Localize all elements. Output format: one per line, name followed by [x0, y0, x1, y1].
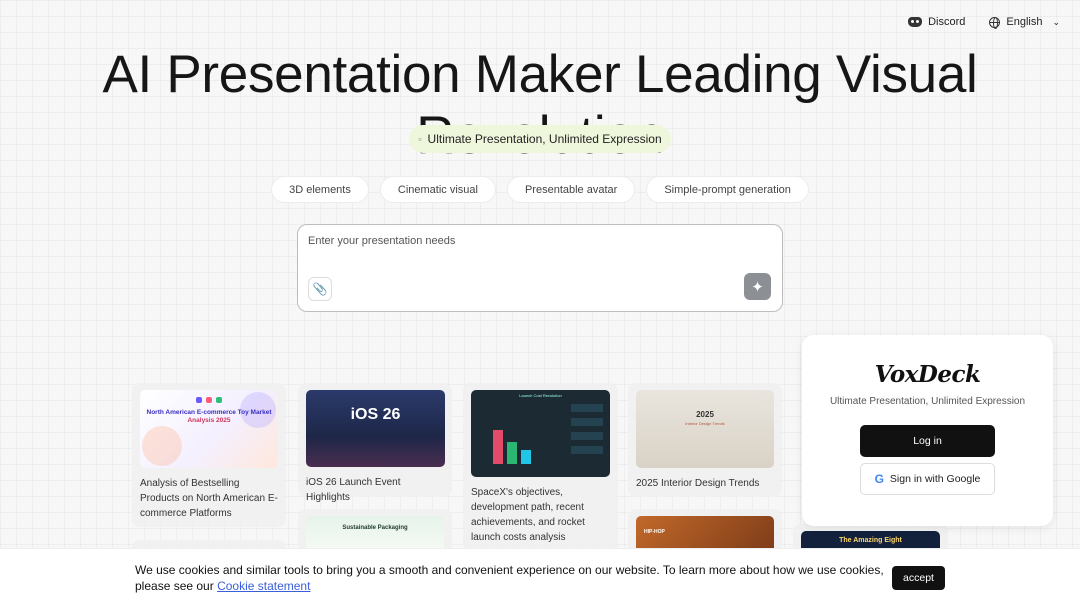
thumb-title: Sustainable Packaging	[342, 525, 408, 531]
thumb-title: iOS 26	[350, 406, 401, 423]
accept-cookies-button[interactable]: accept	[892, 566, 945, 590]
thumb-title-text: North American E-commerce Toy Market	[146, 409, 272, 416]
chevron-down-icon: ⌄	[1052, 16, 1060, 27]
login-tagline: Ultimate Presentation, Unlimited Express…	[829, 396, 1026, 407]
card-thumbnail: Launch Cost Revolution	[471, 390, 610, 477]
attach-button[interactable]: 📎	[308, 277, 332, 301]
voxdeck-logo: VoxDeck	[874, 361, 981, 388]
thumb-title: HIP-HOP	[644, 529, 665, 535]
globe-icon	[989, 16, 1001, 29]
thumb-title: North American E-commerce Toy Market Ana…	[140, 409, 278, 425]
language-label: English	[1006, 16, 1043, 28]
thumb-title: 2025	[696, 410, 714, 419]
cookie-statement-link[interactable]: Cookie statement	[217, 579, 310, 593]
template-card-toy-market[interactable]: North American E-commerce Toy Market Ana…	[132, 383, 286, 527]
thumb-subtitle: Interior Design Trends	[685, 421, 725, 426]
sparkle-icon: ✦	[751, 278, 764, 296]
prompt-input[interactable]	[308, 235, 768, 247]
google-signin-button[interactable]: G Sign in with Google	[860, 463, 995, 495]
dot	[206, 397, 212, 403]
tagline-text: Ultimate Presentation, Unlimited Express…	[427, 132, 662, 146]
tagline-pill: ▫ Ultimate Presentation, Unlimited Expre…	[409, 125, 671, 153]
dot	[196, 397, 202, 403]
chip-3d-elements[interactable]: 3D elements	[271, 176, 369, 203]
paperclip-icon: 📎	[312, 282, 328, 296]
chip-presentable-avatar[interactable]: Presentable avatar	[506, 176, 636, 203]
card-caption: SpaceX's objectives, development path, r…	[471, 487, 585, 543]
template-card-interior[interactable]: 2025 Interior Design Trends 2025 Interio…	[628, 383, 782, 497]
top-bar: Discord English ⌄	[908, 16, 1060, 29]
login-card: VoxDeck Ultimate Presentation, Unlimited…	[802, 335, 1053, 526]
card-caption: iOS 26 Launch Event Highlights	[306, 477, 401, 503]
thumb-dots	[196, 397, 222, 403]
discord-link[interactable]: Discord	[908, 16, 965, 28]
template-card-spacex[interactable]: Launch Cost Revolution SpaceX's objectiv…	[463, 383, 618, 553]
feature-chips: 3D elements Cinematic visual Presentable…	[0, 176, 1080, 203]
bar-chart-thumb	[493, 404, 603, 464]
dot	[216, 397, 222, 403]
prompt-box: 📎 ✦	[297, 224, 783, 312]
card-caption: Analysis of Bestselling Products on Nort…	[140, 478, 278, 519]
card-thumbnail: iOS 26	[306, 390, 445, 467]
google-signin-label: Sign in with Google	[889, 473, 981, 485]
discord-icon	[908, 17, 923, 27]
chip-cinematic-visual[interactable]: Cinematic visual	[379, 176, 496, 203]
google-icon: G	[874, 472, 884, 486]
template-card-ios26[interactable]: iOS 26 iOS 26 Launch Event Highlights	[298, 383, 452, 503]
login-button[interactable]: Log in	[860, 425, 995, 457]
card-caption: 2025 Interior Design Trends	[636, 478, 760, 489]
chip-simple-prompt[interactable]: Simple-prompt generation	[646, 176, 809, 203]
sparkle-icon: ▫	[418, 134, 422, 144]
thumb-title: The Amazing Eight	[839, 537, 902, 544]
card-thumbnail: 2025 Interior Design Trends	[636, 390, 774, 468]
discord-label: Discord	[928, 16, 966, 28]
card-thumbnail: North American E-commerce Toy Market Ana…	[140, 390, 278, 468]
generate-button[interactable]: ✦	[744, 273, 771, 300]
decor-blob	[142, 426, 182, 466]
thumb-subtitle-text: Analysis 2025	[187, 417, 231, 424]
language-selector[interactable]: English ⌄	[989, 16, 1060, 29]
cookie-text: We use cookies and similar tools to brin…	[135, 562, 887, 594]
